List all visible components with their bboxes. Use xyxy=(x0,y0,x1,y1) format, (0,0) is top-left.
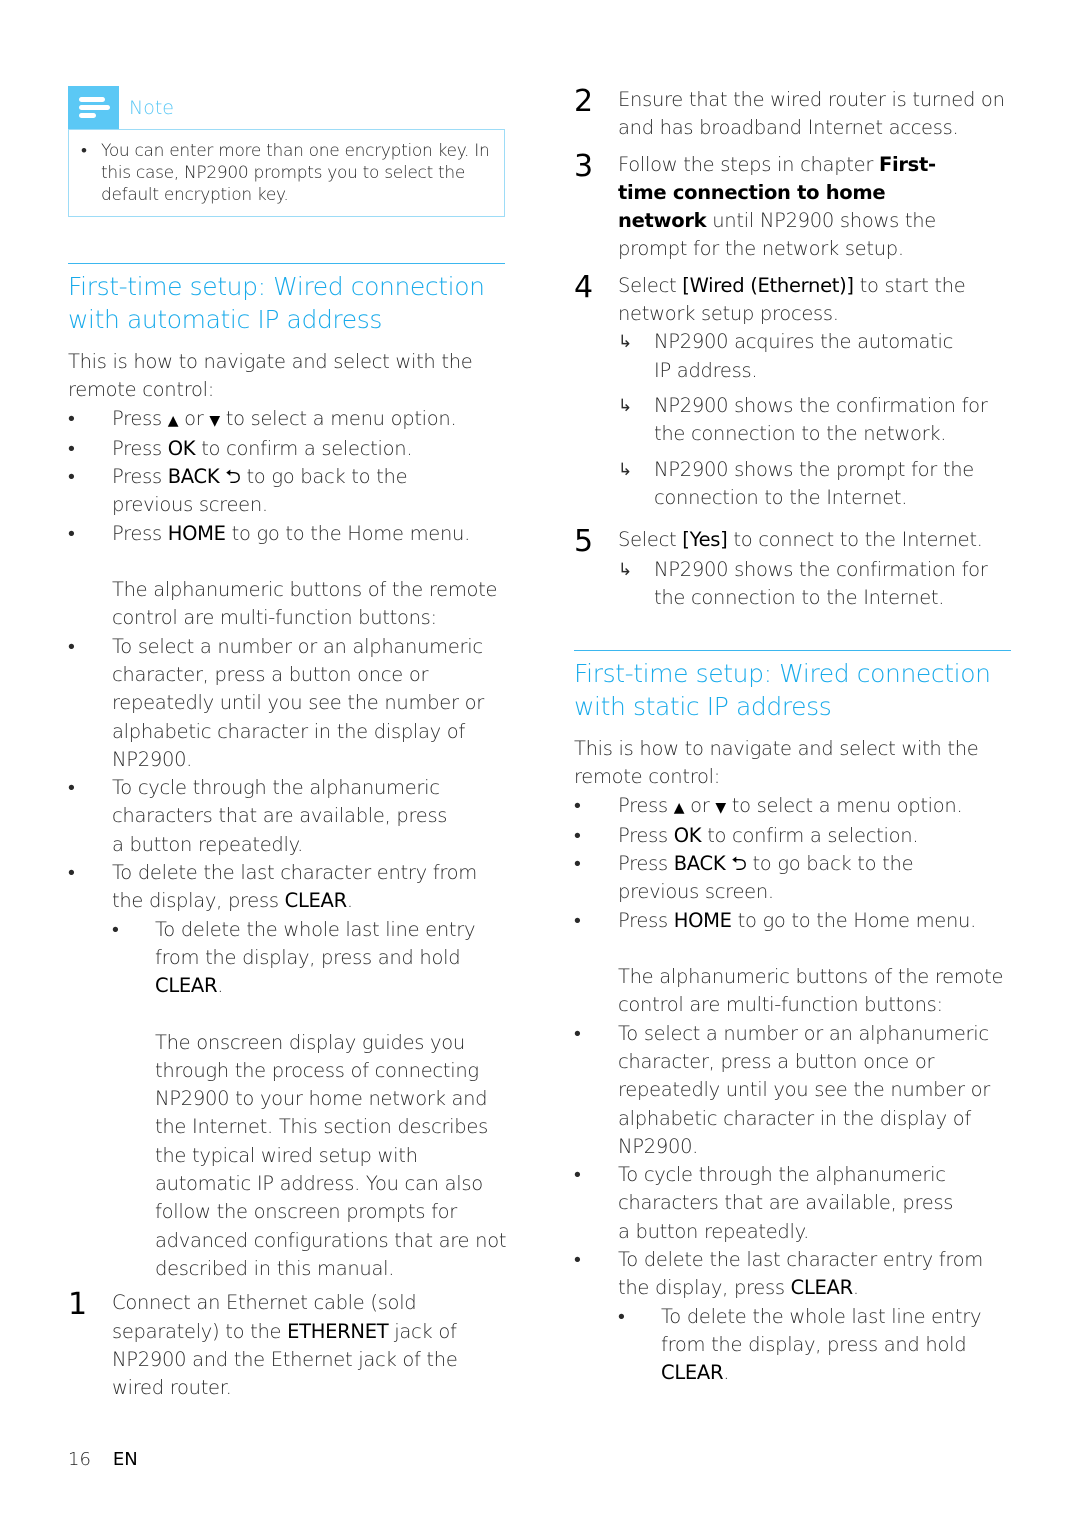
alnum-list: • To select a number or an alphanumeric … xyxy=(574,1020,1011,1388)
alnum-intro: The alphanumeric buttons of the remote c… xyxy=(112,578,498,630)
list-item: • Press ▲ or ▼ to select a menu option. xyxy=(574,793,963,817)
step-1: 1 Connect an Ethernet cable (sold separa… xyxy=(68,1287,458,1400)
result-arrow-icon: ↳ xyxy=(618,332,632,353)
sub-list-item: • To delete the whole last line entry fr… xyxy=(618,1304,982,1385)
result-item: ↳ NP2900 shows the confirmation for the … xyxy=(574,392,1014,449)
list-item: • To cycle through the alphanumeric char… xyxy=(68,776,448,856)
note-body: • You can enter more than one encryption… xyxy=(68,129,505,217)
section-static: First-time setup: Wired connection with … xyxy=(574,650,1011,1388)
back-icon: ⮌ xyxy=(731,852,747,876)
back-icon: ⮌ xyxy=(225,465,241,489)
list-item: • To select a number or an alphanumeric … xyxy=(68,634,484,771)
section-divider xyxy=(68,263,505,264)
sub-list-item: • To delete the whole last line entry fr… xyxy=(112,917,476,998)
result-item: ↳ NP2900 shows the confirmation for the … xyxy=(574,556,1014,613)
nav-list: • Press ▲ or ▼ to select a menu option. … xyxy=(574,792,1011,935)
list-item: • Press OK to confirm a selection. xyxy=(574,823,919,847)
list-item: • Press BACK ⮌ to go back to the previou… xyxy=(574,852,914,904)
up-arrow-icon: ▲ xyxy=(673,799,685,816)
alnum-intro: The alphanumeric buttons of the remote c… xyxy=(618,965,1004,1017)
section-heading-static: First-time setup: Wired connection with … xyxy=(574,659,991,721)
note-label: Note xyxy=(129,96,174,119)
step-5: 5 Select [Yes] to connect to the Interne… xyxy=(574,524,983,560)
note-header: Note xyxy=(68,86,505,129)
down-arrow-icon: ▼ xyxy=(209,412,220,429)
step-4: 4 Select [Wired (Ethernet)] to start the… xyxy=(574,269,966,326)
onscreen-text: The onscreen display guides you through … xyxy=(155,1030,507,1280)
section-divider xyxy=(574,650,1011,651)
list-item: • To delete the last character entry fro… xyxy=(68,861,477,913)
note-item: • You can enter more than one encryption… xyxy=(81,141,490,205)
language-code: EN xyxy=(112,1449,138,1470)
list-item: • To select a number or an alphanumeric … xyxy=(574,1021,990,1158)
list-item: • Press HOME to go to the Home menu. xyxy=(574,908,976,932)
section-heading-auto: First-time setup: Wired connection with … xyxy=(68,272,485,334)
result-arrow-icon: ↳ xyxy=(618,560,632,581)
list-item: • To delete the last character entry fro… xyxy=(574,1248,983,1300)
down-arrow-icon: ▼ xyxy=(715,799,726,816)
section-auto: First-time setup: Wired connection with … xyxy=(68,263,507,1402)
alnum-list: • To select a number or an alphanumeric … xyxy=(68,633,507,1001)
intro-text: This is how to navigate and select with … xyxy=(574,737,979,789)
list-item: • To cycle through the alphanumeric char… xyxy=(574,1163,954,1243)
note-box: Note • You can enter more than one encry… xyxy=(68,86,505,217)
step-2: 2 Ensure that the wired router is turned… xyxy=(574,84,1005,140)
note-icon xyxy=(68,86,119,129)
list-item: • Press ▲ or ▼ to select a menu option. xyxy=(68,406,457,430)
up-arrow-icon: ▲ xyxy=(167,412,179,429)
page-number: 16 xyxy=(68,1449,91,1470)
steps-continued: 2 Ensure that the wired router is turned… xyxy=(574,86,1014,613)
page-footer: 16 EN xyxy=(68,1447,138,1473)
result-item: ↳ NP2900 shows the prompt for the connec… xyxy=(574,456,1014,513)
result-item: ↳ NP2900 acquires the automatic IP addre… xyxy=(574,328,1014,385)
list-item: • Press HOME to go to the Home menu. xyxy=(68,521,470,545)
list-item: • Press BACK ⮌ to go back to the previou… xyxy=(68,465,408,517)
result-arrow-icon: ↳ xyxy=(618,395,632,416)
step-3: 3 Follow the steps in chapter First-time… xyxy=(574,148,936,261)
nav-list: • Press ▲ or ▼ to select a menu option. … xyxy=(68,405,507,548)
result-arrow-icon: ↳ xyxy=(618,459,632,480)
intro-text: This is how to navigate and select with … xyxy=(68,350,473,402)
list-item: • Press OK to confirm a selection. xyxy=(68,436,413,460)
